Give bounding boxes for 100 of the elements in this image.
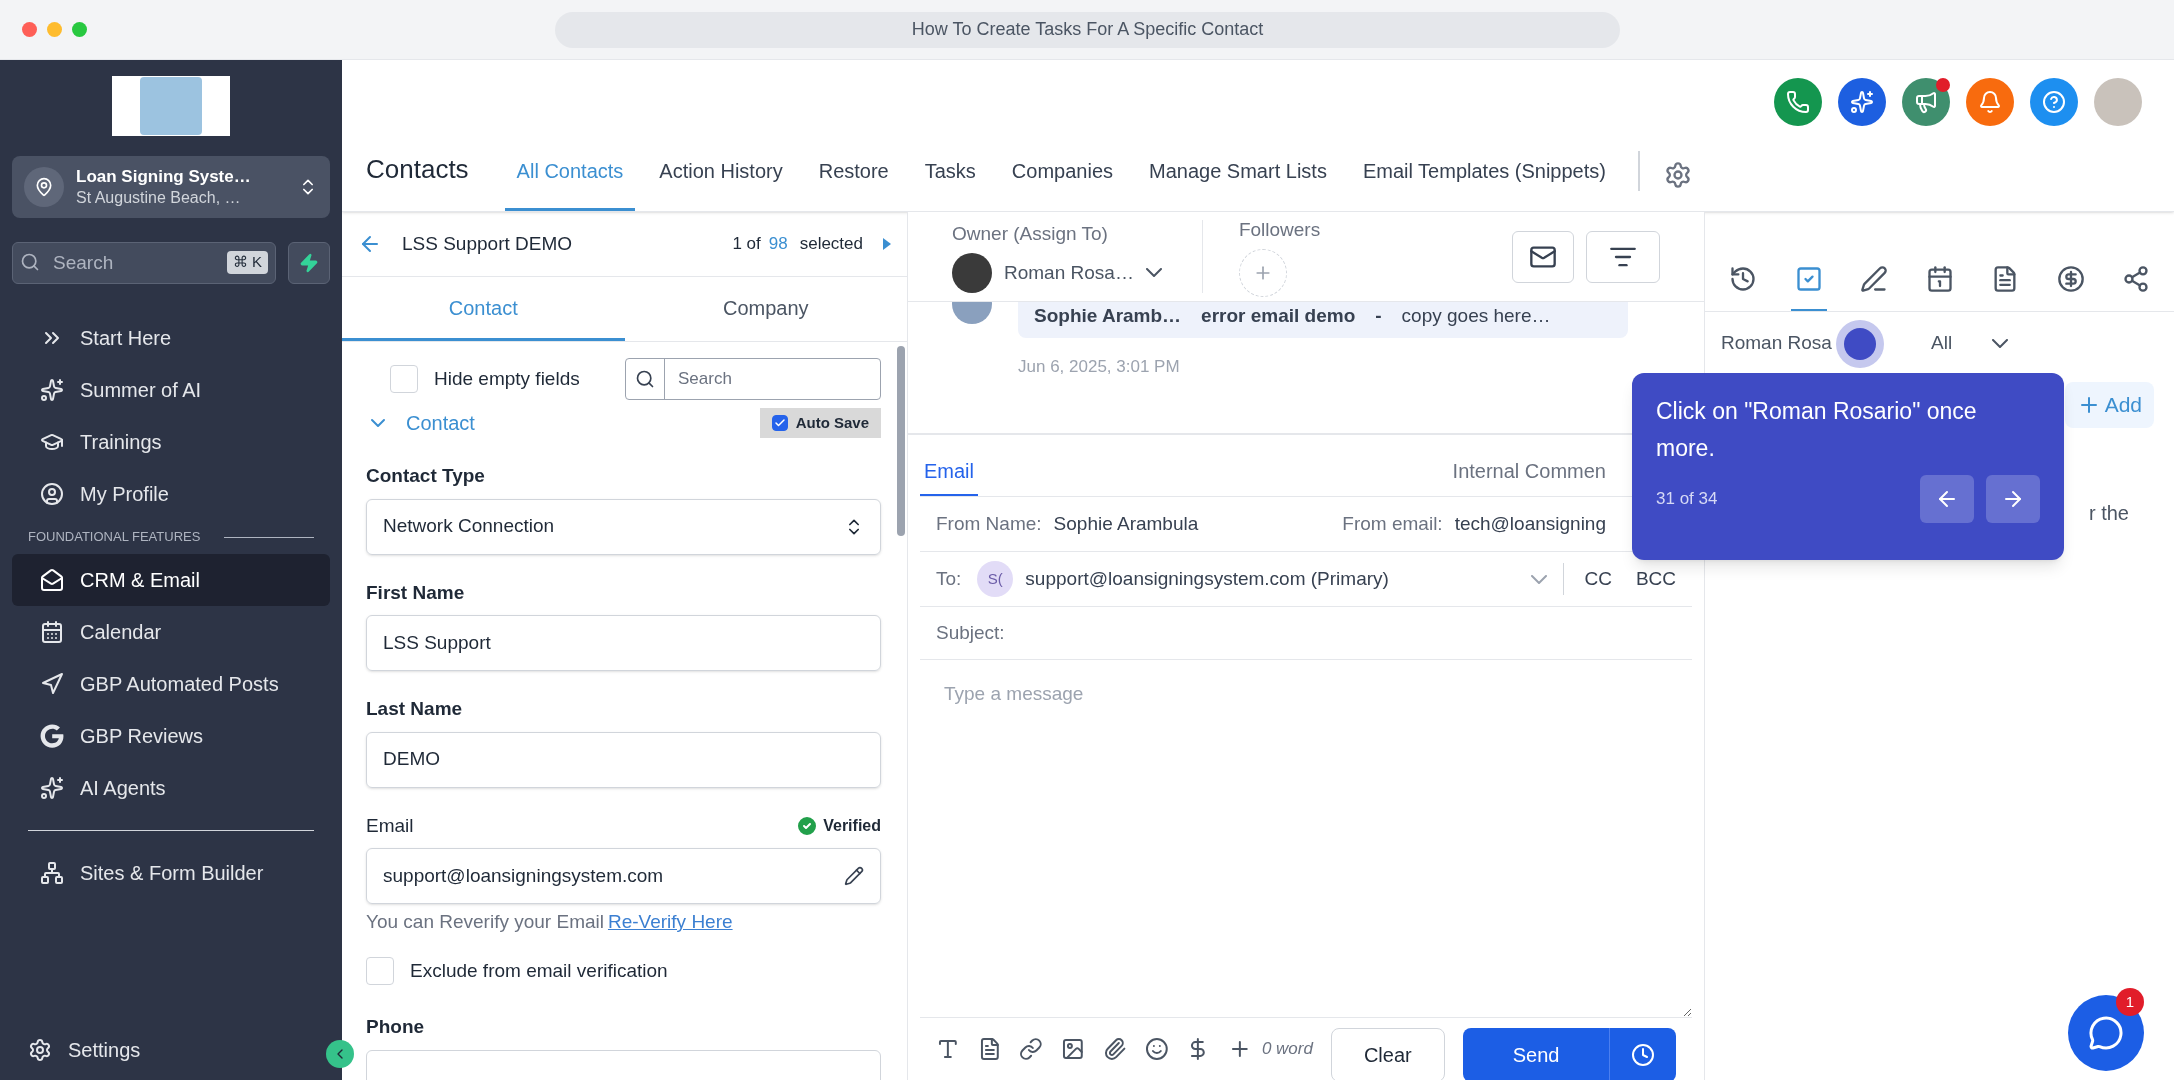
settings-icon[interactable] bbox=[1663, 161, 1692, 189]
activity-tab[interactable] bbox=[1790, 265, 1827, 311]
header-action-button[interactable] bbox=[1902, 78, 1950, 126]
sidebar-item[interactable]: GBP Reviews bbox=[12, 710, 330, 762]
contact-type-select[interactable]: Network Connection bbox=[366, 498, 881, 555]
panel-tab[interactable]: Company bbox=[624, 277, 907, 341]
location-pin-icon bbox=[34, 177, 54, 197]
nav-tab[interactable]: Restore bbox=[806, 156, 901, 211]
lightning-icon bbox=[299, 253, 319, 273]
assignee-select[interactable]: Roman Rosa bbox=[1721, 328, 1931, 358]
recipient-email: support@loansigningsystem.com (Primary) bbox=[1025, 566, 1390, 591]
nav-icon bbox=[40, 620, 64, 644]
chevron-down-icon bbox=[1145, 268, 1162, 278]
field-label: From email: bbox=[1342, 511, 1443, 536]
link-icon[interactable] bbox=[1019, 1037, 1044, 1061]
filter-button[interactable] bbox=[1586, 230, 1660, 283]
nav-tab[interactable]: All Contacts bbox=[504, 156, 636, 211]
sidebar-item[interactable]: Summer of AI bbox=[12, 364, 330, 416]
status-select[interactable]: All bbox=[1931, 328, 2009, 358]
previous-button[interactable] bbox=[1920, 475, 1974, 523]
search-icon bbox=[634, 369, 655, 389]
record-position: 1 of bbox=[732, 233, 761, 256]
record-count: 98 bbox=[768, 233, 788, 256]
sidebar-item[interactable]: CRM & Email bbox=[12, 554, 330, 606]
header-action-button[interactable] bbox=[1838, 78, 1886, 126]
selected-label: selected bbox=[799, 233, 863, 256]
collapse-button[interactable] bbox=[326, 1040, 354, 1068]
text-format-icon[interactable] bbox=[936, 1037, 960, 1061]
owner-select[interactable]: Roman Rosa… bbox=[952, 252, 1162, 293]
nav-tab[interactable]: Tasks bbox=[912, 156, 988, 211]
paperclip-icon[interactable] bbox=[1102, 1037, 1127, 1061]
composer-tab[interactable]: Email bbox=[920, 456, 978, 496]
account-location: St Augustine Beach, … bbox=[76, 187, 242, 208]
chat-icon bbox=[2088, 1015, 2124, 1051]
email-field[interactable]: support@loansigningsystem.com bbox=[366, 848, 881, 904]
avatar bbox=[952, 252, 992, 293]
reverify-link[interactable]: Re-Verify Here bbox=[607, 908, 733, 937]
field-label: First Name bbox=[366, 580, 466, 605]
field-label: Subject: bbox=[936, 620, 1005, 645]
nav-tab[interactable]: Action History bbox=[647, 156, 795, 211]
image-icon[interactable] bbox=[1061, 1037, 1085, 1061]
cc-link[interactable]: CC bbox=[1584, 564, 1612, 594]
scrollbar-thumb[interactable] bbox=[897, 346, 905, 536]
search-field[interactable]: Search bbox=[625, 358, 881, 400]
sidebar-item[interactable]: GBP Automated Posts bbox=[12, 658, 330, 710]
from-name: Sophie Arambula bbox=[1053, 511, 1200, 536]
sidebar-item[interactable]: AI Agents bbox=[12, 762, 330, 814]
phone-icon bbox=[1786, 90, 1810, 114]
step-counter: 31 of 34 bbox=[1656, 488, 1719, 511]
sidebar-item[interactable]: Start Here bbox=[12, 312, 330, 364]
chevron-down-icon bbox=[1992, 338, 2009, 348]
nav-icon bbox=[40, 568, 64, 592]
next-arrow-icon[interactable] bbox=[883, 238, 891, 250]
page-title: Contacts bbox=[366, 153, 469, 186]
smiley-icon[interactable] bbox=[1144, 1037, 1169, 1061]
message-bubble[interactable]: Sophie Aramb… error email demo - copy goes here… bbox=[1018, 302, 1628, 338]
checkbox[interactable] bbox=[771, 415, 788, 431]
header-action-button[interactable] bbox=[1966, 78, 2014, 126]
field-label: To: bbox=[936, 566, 962, 591]
sidebar-item[interactable]: Sites & Form Builder bbox=[12, 847, 330, 899]
input-field[interactable]: DEMO bbox=[366, 731, 881, 788]
quick-action-button[interactable] bbox=[288, 242, 330, 284]
nav-tab[interactable]: Email Templates (Snippets) bbox=[1350, 156, 1618, 211]
from-email: tech@loansigning bbox=[1454, 511, 1606, 536]
close-window-button[interactable] bbox=[22, 22, 37, 37]
check-icon bbox=[773, 417, 786, 429]
message-date: Jun 6, 2025, 3:01 PM bbox=[1018, 356, 1180, 378]
header-action-button[interactable] bbox=[1774, 78, 1822, 126]
message-subject: error email demo bbox=[1201, 303, 1356, 328]
message-field[interactable]: Type a message bbox=[920, 660, 1692, 1018]
shortcut-key: ⌘ K bbox=[226, 251, 268, 274]
followers-label: Followers bbox=[1238, 218, 1322, 243]
settings-item[interactable]: Settings bbox=[12, 1024, 330, 1076]
header-action-button[interactable] bbox=[2030, 78, 2078, 126]
account-switcher[interactable]: Loan Signing Syste… St Augustine Beach, … bbox=[12, 156, 330, 218]
nav-tab[interactable]: Companies bbox=[999, 156, 1126, 211]
sidebar-item[interactable]: Calendar bbox=[12, 606, 330, 658]
field-label: From Name: bbox=[936, 511, 1042, 536]
sidebar-item[interactable]: My Profile bbox=[12, 468, 330, 520]
sidebar-item[interactable]: Trainings bbox=[12, 416, 330, 468]
auto-save-toggle[interactable]: Auto Save bbox=[759, 408, 881, 438]
message-preview: copy goes here… bbox=[1401, 303, 1551, 328]
next-button[interactable] bbox=[1986, 475, 2040, 523]
bell-icon bbox=[1978, 90, 2002, 114]
nodes-icon bbox=[2122, 265, 2150, 293]
bcc-link[interactable]: BCC bbox=[1635, 564, 1676, 594]
sender-name: Sophie Aramb… bbox=[1034, 303, 1182, 328]
email-button[interactable] bbox=[1512, 230, 1574, 283]
helper-text: You can Reverify your Email bbox=[366, 910, 604, 934]
nav-icon bbox=[40, 776, 64, 800]
dollar-circle-icon bbox=[2056, 265, 2085, 293]
input-field[interactable]: LSS Support bbox=[366, 615, 881, 671]
help-icon bbox=[2042, 90, 2066, 114]
pencil-icon[interactable] bbox=[844, 866, 864, 886]
task-checkbox-icon bbox=[1794, 265, 1823, 293]
composer-tab[interactable]: Internal Commen bbox=[1448, 456, 1610, 496]
nav-tab[interactable]: Manage Smart Lists bbox=[1137, 156, 1339, 211]
field-label: Email bbox=[366, 813, 414, 838]
megaphone-icon bbox=[1914, 90, 1938, 114]
body-text: r the bbox=[2088, 501, 2129, 526]
